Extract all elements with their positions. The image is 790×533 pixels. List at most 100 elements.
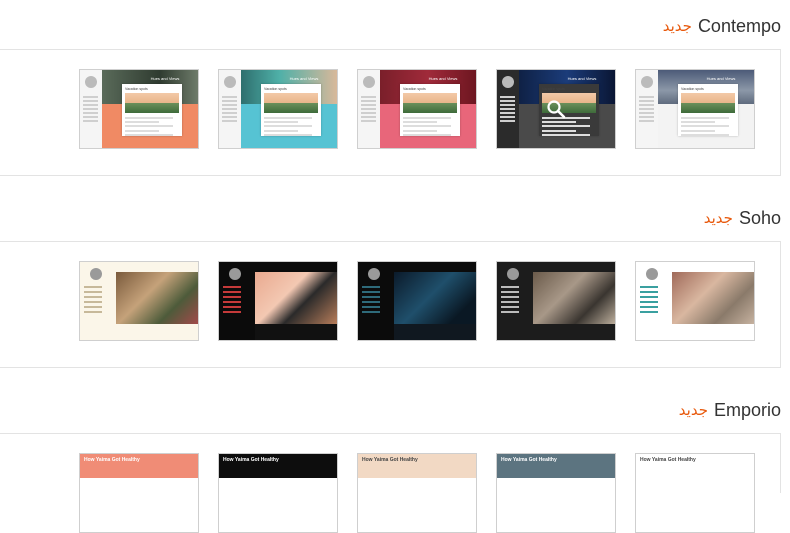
theme-thumbnail[interactable] <box>357 261 477 341</box>
thumb-image <box>255 272 337 324</box>
avatar <box>90 268 102 280</box>
thumb-text-line <box>681 130 715 132</box>
thumb-nav-line <box>639 96 654 98</box>
thumb-nav-line <box>640 286 658 288</box>
thumb-nav-line <box>640 291 658 293</box>
thumb-nav-line <box>222 116 237 118</box>
thumb-header <box>394 262 476 272</box>
thumb-text-line <box>403 121 437 123</box>
thumb-post-title: Vacation spots <box>125 87 148 91</box>
theme-thumbnail[interactable]: Hues and Views Vacation spots <box>635 69 755 149</box>
theme-thumbnail[interactable]: Hues and Views Vacation spots <box>496 69 616 149</box>
thumb-hero-title: Hues and Views <box>567 76 597 81</box>
thumb-text-line <box>403 117 451 119</box>
avatar <box>368 268 380 280</box>
thumb-nav-line <box>640 306 658 308</box>
thumb-post-card: Vacation spots <box>400 84 460 136</box>
thumb-text-line <box>125 125 173 127</box>
section-emporio: جديد Emporio How Yaima Got Healthy How Ya… <box>0 384 781 533</box>
thumb-sidebar <box>219 262 255 340</box>
theme-thumbnail[interactable] <box>218 261 338 341</box>
theme-thumbnail[interactable]: How Yaima Got Healthy <box>357 453 477 533</box>
thumb-image <box>672 272 754 324</box>
thumb-nav-line <box>362 296 380 298</box>
thumb-image <box>394 272 476 324</box>
divider <box>0 433 781 434</box>
thumb-nav-line <box>83 104 98 106</box>
thumb-nav-line <box>223 311 241 313</box>
theme-thumbnail[interactable] <box>635 261 755 341</box>
thumb-nav-line <box>639 104 654 106</box>
thumb-sidebar <box>497 262 533 340</box>
thumb-header: How Yaima Got Healthy <box>219 454 337 478</box>
thumb-footer <box>116 324 198 340</box>
theme-thumbnail[interactable]: How Yaima Got Healthy <box>218 453 338 533</box>
thumb-sidebar <box>636 262 672 340</box>
thumb-nav-line <box>640 296 658 298</box>
thumb-title: How Yaima Got Healthy <box>501 457 557 463</box>
thumb-footer <box>672 324 754 340</box>
thumb-nav-line <box>361 120 376 122</box>
thumb-text-line <box>542 130 576 132</box>
thumb-nav-line <box>222 112 237 114</box>
thumb-nav-line <box>83 108 98 110</box>
theme-list <box>79 261 755 341</box>
theme-thumbnail[interactable]: Hues and Views Vacation spots <box>357 69 477 149</box>
thumb-nav-line <box>83 96 98 98</box>
theme-thumbnail[interactable]: How Yaima Got Healthy <box>79 453 199 533</box>
divider <box>0 49 781 50</box>
thumb-text-line <box>125 121 159 123</box>
thumb-text-line <box>681 121 715 123</box>
section-soho: جديد Soho <box>0 192 781 368</box>
thumb-nav-line <box>640 311 658 313</box>
thumb-nav-line <box>501 296 519 298</box>
thumb-post-title: Vacation spots <box>264 87 287 91</box>
thumb-nav-line <box>84 306 102 308</box>
thumb-nav-line <box>501 286 519 288</box>
thumb-footer <box>533 324 615 340</box>
thumb-text-line <box>125 117 173 119</box>
section-title: Contempo <box>697 15 781 36</box>
thumb-nav-line <box>222 108 237 110</box>
thumb-header <box>255 262 337 272</box>
theme-thumbnail[interactable] <box>79 261 199 341</box>
thumb-title: How Yaima Got Healthy <box>84 457 140 463</box>
section-header: جديد Soho <box>704 203 781 233</box>
new-badge: جديد <box>703 210 733 227</box>
thumb-nav-line <box>500 116 515 118</box>
avatar <box>363 76 375 88</box>
thumb-main <box>116 262 198 340</box>
thumb-hero-title: Hues and Views <box>706 76 736 81</box>
thumb-nav-line <box>223 286 241 288</box>
thumb-nav-line <box>222 100 237 102</box>
theme-thumbnail[interactable]: Hues and Views Vacation spots <box>218 69 338 149</box>
theme-thumbnail[interactable]: How Yaima Got Healthy <box>635 453 755 533</box>
thumb-text-line <box>542 121 576 123</box>
thumb-header <box>533 262 615 272</box>
thumb-nav-line <box>223 291 241 293</box>
theme-thumbnail[interactable]: How Yaima Got Healthy <box>496 453 616 533</box>
thumb-nav-line <box>500 96 515 98</box>
thumb-nav-line <box>83 116 98 118</box>
thumb-nav-line <box>222 120 237 122</box>
thumb-nav-line <box>500 112 515 114</box>
thumb-nav-line <box>83 100 98 102</box>
thumb-post-card: Vacation spots <box>678 84 738 136</box>
theme-thumbnail[interactable] <box>496 261 616 341</box>
thumb-nav-line <box>501 291 519 293</box>
thumb-text-line <box>264 134 312 136</box>
thumb-nav-line <box>361 96 376 98</box>
search-icon[interactable] <box>546 99 566 119</box>
theme-thumbnail[interactable]: Hues and Views Vacation spots <box>79 69 199 149</box>
divider <box>780 433 781 493</box>
thumb-nav-line <box>501 301 519 303</box>
thumb-nav-line <box>222 104 237 106</box>
divider <box>780 241 781 367</box>
thumb-main <box>672 262 754 340</box>
thumb-nav-line <box>362 306 380 308</box>
thumb-nav-line <box>362 286 380 288</box>
thumb-hero-title: Hues and Views <box>428 76 458 81</box>
thumb-post-card: Vacation spots <box>122 84 182 136</box>
avatar <box>85 76 97 88</box>
divider <box>0 241 781 242</box>
